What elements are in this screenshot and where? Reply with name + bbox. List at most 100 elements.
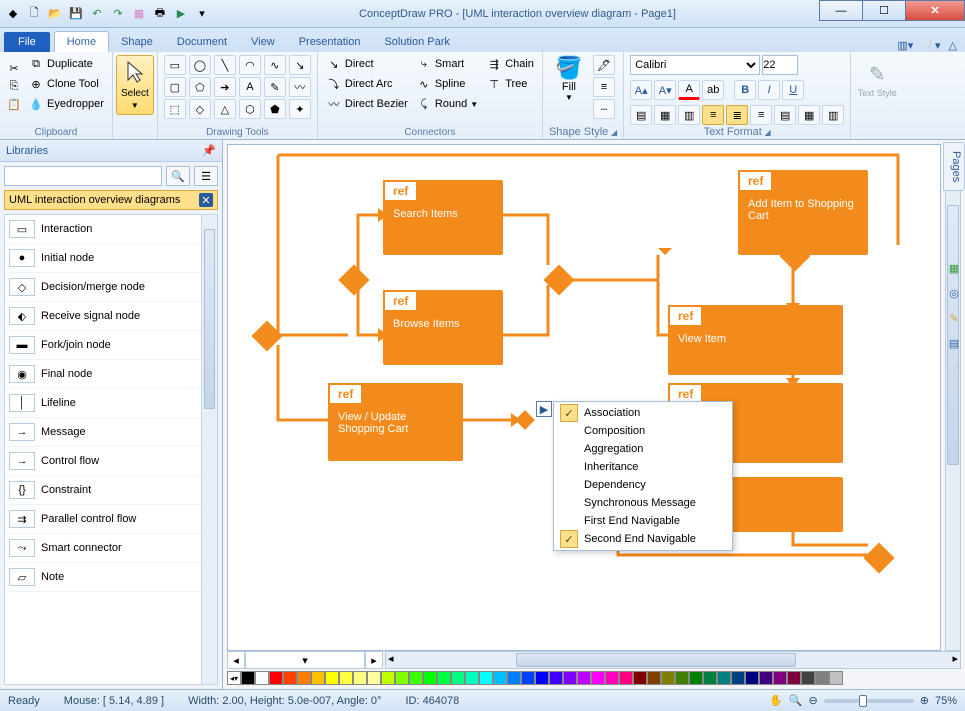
ctx-aggregation[interactable]: Aggregation <box>556 440 730 458</box>
library-item[interactable]: ◇Decision/merge node <box>5 273 217 302</box>
color-swatch[interactable] <box>507 671 521 685</box>
color-swatch[interactable] <box>549 671 563 685</box>
close-button[interactable]: ✕ <box>905 0 965 21</box>
library-item[interactable]: →Message <box>5 418 217 447</box>
color-swatch[interactable] <box>381 671 395 685</box>
curve-tool[interactable]: ∿ <box>264 55 286 75</box>
color-swatch[interactable] <box>409 671 423 685</box>
smart-action-icon[interactable]: ▶ <box>536 401 552 417</box>
align-mr[interactable]: ≡ <box>750 105 772 125</box>
library-scrollbar[interactable] <box>201 215 217 684</box>
align-bc[interactable]: ▦ <box>798 105 820 125</box>
align-tl[interactable]: ▤ <box>630 105 652 125</box>
node-extra[interactable] <box>715 477 843 532</box>
page-tab[interactable]: ▾ <box>245 651 365 669</box>
color-swatch[interactable] <box>339 671 353 685</box>
italic-button[interactable]: I <box>758 80 780 100</box>
color-swatch[interactable] <box>717 671 731 685</box>
round-button[interactable]: ⤹Round ▼ <box>414 95 480 113</box>
library-category[interactable]: UML interaction overview diagrams ✕ <box>4 190 218 210</box>
align-tc[interactable]: ▦ <box>654 105 676 125</box>
ctx-inheritance[interactable]: Inheritance <box>556 458 730 476</box>
tab-solutionpark[interactable]: Solution Park <box>372 32 461 52</box>
directarc-button[interactable]: ⤵Direct Arc <box>324 75 410 93</box>
ribbon-minimize-icon[interactable]: △ <box>949 39 957 52</box>
save-icon[interactable]: 💾 <box>67 5 85 23</box>
print-icon[interactable]: 🖶 <box>151 5 169 23</box>
palette-menu[interactable]: ◂▾ <box>227 671 241 685</box>
dock-help-icon[interactable]: ❔ <box>945 359 963 377</box>
library-item[interactable]: →Control flow <box>5 447 217 476</box>
tab-presentation[interactable]: Presentation <box>287 32 373 52</box>
library-item[interactable]: ⤳Smart connector <box>5 534 217 563</box>
window-options-icon[interactable]: ▥▾ <box>897 39 913 52</box>
color-swatch[interactable] <box>269 671 283 685</box>
page-next-button[interactable]: ▸ <box>365 651 383 669</box>
line-weight-button[interactable]: ≡ <box>593 77 615 97</box>
dock-icon-1[interactable]: ▦ <box>945 259 963 277</box>
tab-view[interactable]: View <box>239 32 287 52</box>
color-swatch[interactable] <box>619 671 633 685</box>
color-swatch[interactable] <box>535 671 549 685</box>
align-tr[interactable]: ▥ <box>678 105 700 125</box>
preview-icon[interactable]: ▦ <box>130 5 148 23</box>
library-item[interactable]: │Lifeline <box>5 389 217 418</box>
library-view-button[interactable]: ☰ <box>194 166 218 186</box>
color-swatch[interactable] <box>801 671 815 685</box>
color-swatch[interactable] <box>591 671 605 685</box>
copy-icon[interactable]: ⎘ <box>6 78 22 94</box>
color-swatch[interactable] <box>703 671 717 685</box>
clonetool-button[interactable]: ⊕Clone Tool <box>26 75 106 93</box>
color-swatch[interactable] <box>829 671 843 685</box>
node-viewupdate[interactable]: refView / Update Shopping Cart <box>328 383 463 461</box>
color-swatch[interactable] <box>451 671 465 685</box>
library-item[interactable]: ▱Note <box>5 563 217 592</box>
spline-button[interactable]: ∿Spline <box>414 75 480 93</box>
line-dash-button[interactable]: ┄ <box>593 99 615 119</box>
zoom-in-icon[interactable]: ⊕ <box>920 694 929 707</box>
chain-button[interactable]: ⇶Chain <box>484 55 536 73</box>
pan-icon[interactable]: ✋ <box>769 694 783 707</box>
canvas[interactable]: refSearch Items refBrowse Items refView … <box>227 144 941 651</box>
maximize-button[interactable]: ☐ <box>862 0 906 21</box>
node-search[interactable]: refSearch Items <box>383 180 503 255</box>
node-browse[interactable]: refBrowse Items <box>383 290 503 365</box>
align-mc[interactable]: ≣ <box>726 105 748 125</box>
help-icon[interactable]: ❔▾ <box>921 39 940 52</box>
paste-icon[interactable]: 📋 <box>6 96 22 112</box>
page-prev-button[interactable]: ◂ <box>227 651 245 669</box>
color-swatch[interactable] <box>423 671 437 685</box>
color-swatch[interactable] <box>395 671 409 685</box>
font-select[interactable]: Calibri <box>630 55 760 75</box>
open-icon[interactable]: 📂 <box>46 5 64 23</box>
align-br[interactable]: ▥ <box>822 105 844 125</box>
arc-tool[interactable]: ◠ <box>239 55 261 75</box>
color-swatch[interactable] <box>283 671 297 685</box>
connector-tool[interactable]: ↘ <box>289 55 311 75</box>
library-item[interactable]: ⇉Parallel control flow <box>5 505 217 534</box>
new-icon[interactable]: 🗋 <box>25 5 43 23</box>
t2[interactable]: ◇ <box>189 99 211 119</box>
tree-button[interactable]: ⊤Tree <box>484 75 536 93</box>
redo-icon[interactable]: ↷ <box>109 5 127 23</box>
align-ml[interactable]: ≡ <box>702 105 724 125</box>
select-tool-button[interactable]: Select ▼ <box>116 55 154 115</box>
tab-document[interactable]: Document <box>165 32 239 52</box>
ctx-dependency[interactable]: Dependency <box>556 476 730 494</box>
undo-icon[interactable]: ↶ <box>88 5 106 23</box>
directbez-button[interactable]: 〰Direct Bezier <box>324 95 410 113</box>
rrect-tool[interactable]: ▢ <box>164 77 186 97</box>
color-swatch[interactable] <box>675 671 689 685</box>
t5[interactable]: ⬟ <box>264 99 286 119</box>
direct-button[interactable]: ↘Direct <box>324 55 410 73</box>
minimize-button[interactable]: — <box>819 0 863 21</box>
color-swatch[interactable] <box>745 671 759 685</box>
color-swatch[interactable] <box>815 671 829 685</box>
color-swatch[interactable] <box>353 671 367 685</box>
color-swatch[interactable] <box>465 671 479 685</box>
color-swatch[interactable] <box>493 671 507 685</box>
ctx-composition[interactable]: Composition <box>556 422 730 440</box>
node-viewitem[interactable]: refView Item <box>668 305 843 375</box>
color-swatch[interactable] <box>773 671 787 685</box>
tab-home[interactable]: Home <box>54 31 109 52</box>
